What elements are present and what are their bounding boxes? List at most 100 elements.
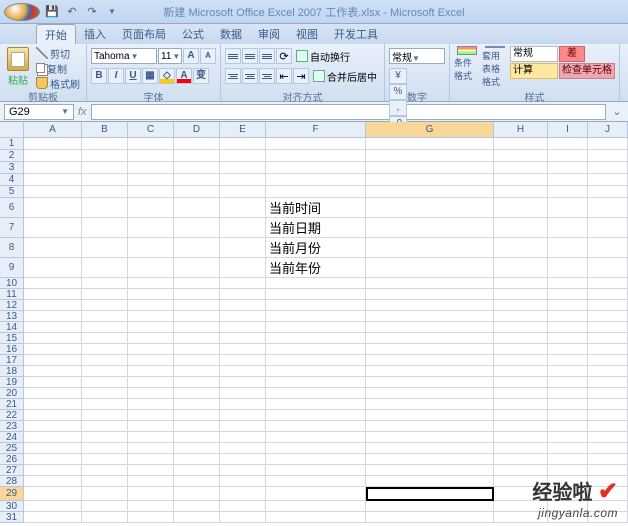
cell-I14[interactable] [548, 322, 588, 333]
row-header-15[interactable]: 15 [0, 333, 24, 344]
cell-A22[interactable] [24, 410, 82, 421]
cell-F8[interactable]: 当前月份 [266, 238, 366, 258]
cell-C19[interactable] [128, 377, 174, 388]
cell-G10[interactable] [366, 278, 494, 289]
cell-J12[interactable] [588, 300, 628, 311]
cell-F7[interactable]: 当前日期 [266, 218, 366, 238]
cell-C23[interactable] [128, 421, 174, 432]
cell-B22[interactable] [82, 410, 128, 421]
cell-F22[interactable] [266, 410, 366, 421]
cell-I18[interactable] [548, 366, 588, 377]
align-right-button[interactable] [259, 68, 275, 84]
cell-C17[interactable] [128, 355, 174, 366]
cell-F21[interactable] [266, 399, 366, 410]
cell-A29[interactable] [24, 487, 82, 501]
cell-A19[interactable] [24, 377, 82, 388]
cell-G20[interactable] [366, 388, 494, 399]
cell-B27[interactable] [82, 465, 128, 476]
cell-J4[interactable] [588, 174, 628, 186]
cell-H20[interactable] [494, 388, 548, 399]
cell-I5[interactable] [548, 186, 588, 198]
cell-E19[interactable] [220, 377, 266, 388]
fill-color-button[interactable]: ◇ [159, 68, 175, 84]
cell-B1[interactable] [82, 138, 128, 150]
row-header-26[interactable]: 26 [0, 454, 24, 465]
row-header-13[interactable]: 13 [0, 311, 24, 322]
cell-J21[interactable] [588, 399, 628, 410]
cell-J24[interactable] [588, 432, 628, 443]
cell-E24[interactable] [220, 432, 266, 443]
cell-D22[interactable] [174, 410, 220, 421]
cell-G22[interactable] [366, 410, 494, 421]
undo-icon[interactable]: ↶ [64, 4, 80, 20]
comma-button[interactable]: , [389, 100, 407, 116]
row-header-20[interactable]: 20 [0, 388, 24, 399]
col-header-I[interactable]: I [548, 122, 588, 138]
cell-H23[interactable] [494, 421, 548, 432]
cell-C10[interactable] [128, 278, 174, 289]
cell-D19[interactable] [174, 377, 220, 388]
row-header-18[interactable]: 18 [0, 366, 24, 377]
align-left-button[interactable] [225, 68, 241, 84]
cell-C25[interactable] [128, 443, 174, 454]
cell-F20[interactable] [266, 388, 366, 399]
cell-I24[interactable] [548, 432, 588, 443]
cell-A15[interactable] [24, 333, 82, 344]
cell-I7[interactable] [548, 218, 588, 238]
tab-insert[interactable]: 插入 [76, 24, 114, 44]
col-header-J[interactable]: J [588, 122, 628, 138]
cell-B14[interactable] [82, 322, 128, 333]
phonetic-button[interactable]: 变 [193, 68, 209, 84]
cell-B30[interactable] [82, 501, 128, 512]
cell-H27[interactable] [494, 465, 548, 476]
align-center-button[interactable] [242, 68, 258, 84]
cell-E5[interactable] [220, 186, 266, 198]
cell-G27[interactable] [366, 465, 494, 476]
cell-F25[interactable] [266, 443, 366, 454]
font-color-button[interactable]: A [176, 68, 192, 84]
cell-J8[interactable] [588, 238, 628, 258]
cell-G17[interactable] [366, 355, 494, 366]
row-header-24[interactable]: 24 [0, 432, 24, 443]
cell-H3[interactable] [494, 162, 548, 174]
cell-B11[interactable] [82, 289, 128, 300]
cell-I22[interactable] [548, 410, 588, 421]
cell-G6[interactable] [366, 198, 494, 218]
cell-D1[interactable] [174, 138, 220, 150]
cell-H12[interactable] [494, 300, 548, 311]
cell-F9[interactable]: 当前年份 [266, 258, 366, 278]
cell-F2[interactable] [266, 150, 366, 162]
cell-D3[interactable] [174, 162, 220, 174]
cell-A24[interactable] [24, 432, 82, 443]
cell-G4[interactable] [366, 174, 494, 186]
cell-J11[interactable] [588, 289, 628, 300]
cell-H19[interactable] [494, 377, 548, 388]
col-header-D[interactable]: D [174, 122, 220, 138]
cell-A18[interactable] [24, 366, 82, 377]
cell-B12[interactable] [82, 300, 128, 311]
cell-A3[interactable] [24, 162, 82, 174]
cell-F26[interactable] [266, 454, 366, 465]
cell-E10[interactable] [220, 278, 266, 289]
cell-G18[interactable] [366, 366, 494, 377]
style-normal[interactable]: 常规 [510, 46, 558, 62]
cell-C31[interactable] [128, 512, 174, 523]
cell-A21[interactable] [24, 399, 82, 410]
row-header-19[interactable]: 19 [0, 377, 24, 388]
cell-D31[interactable] [174, 512, 220, 523]
cell-I4[interactable] [548, 174, 588, 186]
tab-home[interactable]: 开始 [36, 24, 76, 44]
cell-A27[interactable] [24, 465, 82, 476]
cell-C7[interactable] [128, 218, 174, 238]
cell-G15[interactable] [366, 333, 494, 344]
style-check[interactable]: 检查单元格 [559, 63, 615, 79]
cell-A30[interactable] [24, 501, 82, 512]
cell-D6[interactable] [174, 198, 220, 218]
cell-H9[interactable] [494, 258, 548, 278]
cell-C11[interactable] [128, 289, 174, 300]
cell-G12[interactable] [366, 300, 494, 311]
row-header-23[interactable]: 23 [0, 421, 24, 432]
cell-J13[interactable] [588, 311, 628, 322]
cell-J9[interactable] [588, 258, 628, 278]
cell-D30[interactable] [174, 501, 220, 512]
